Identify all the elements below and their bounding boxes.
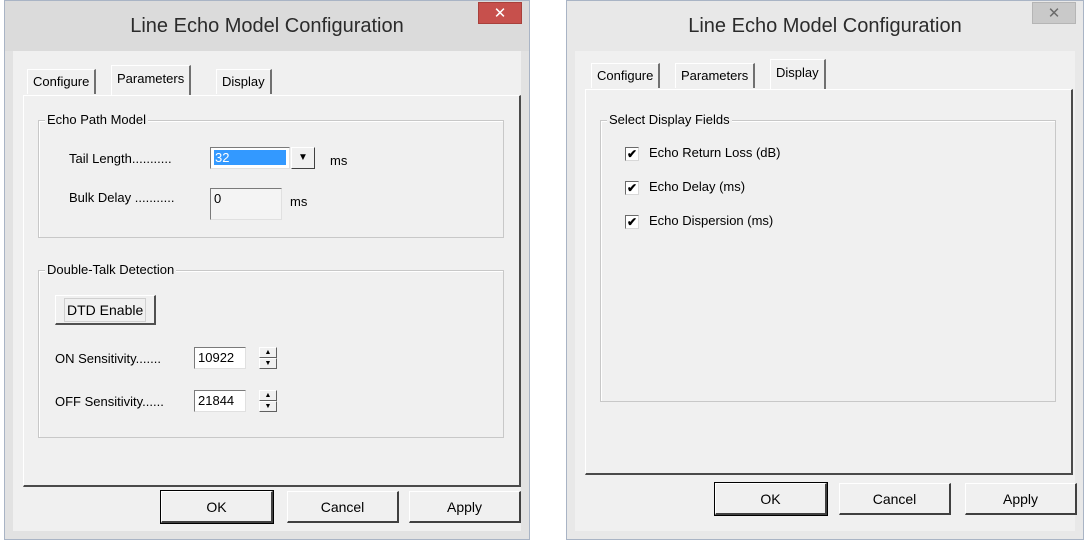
spin-up-icon[interactable]: ▲ xyxy=(259,347,277,358)
off-sensitivity-spinner[interactable]: ▲ ▼ xyxy=(259,390,277,412)
tab-configure[interactable]: Configure xyxy=(27,69,97,94)
bulk-delay-label: Bulk Delay ........... xyxy=(69,190,175,205)
echo-return-loss-label[interactable]: Echo Return Loss (dB) xyxy=(649,145,781,160)
double-talk-detection-group: Double-Talk Detection DTD Enable ON Sens… xyxy=(38,262,504,438)
off-sensitivity-label: OFF Sensitivity...... xyxy=(55,394,164,409)
echo-dispersion-label[interactable]: Echo Dispersion (ms) xyxy=(649,213,773,228)
off-sensitivity-value: 21844 xyxy=(198,393,235,408)
tab-parameters[interactable]: Parameters xyxy=(675,63,756,88)
ok-button[interactable]: OK xyxy=(160,490,274,524)
tab-configure[interactable]: Configure xyxy=(591,63,661,88)
off-sensitivity-field[interactable]: 21844 xyxy=(194,390,246,412)
select-display-fields-title: Select Display Fields xyxy=(607,112,732,127)
dialog-parameters: Line Echo Model Configuration ✕ Echo Pat… xyxy=(4,0,530,540)
window-title: Line Echo Model Configuration xyxy=(688,15,962,37)
ok-button[interactable]: OK xyxy=(714,482,828,516)
spin-up-icon[interactable]: ▲ xyxy=(259,390,277,401)
dialog-client: Select Display Fields ✔ Echo Return Loss… xyxy=(575,51,1077,531)
echo-path-model-title: Echo Path Model xyxy=(45,112,149,127)
dropdown-arrow-icon[interactable]: ▼ xyxy=(291,147,315,169)
apply-button[interactable]: Apply xyxy=(965,483,1077,515)
tab-panel-parameters: Echo Path Model Tail Length........... 3… xyxy=(23,95,521,487)
tail-length-label: Tail Length........... xyxy=(69,151,172,166)
window-title: Line Echo Model Configuration xyxy=(130,15,404,37)
on-sensitivity-value: 10922 xyxy=(198,350,235,365)
cancel-button[interactable]: Cancel xyxy=(839,483,951,515)
double-talk-detection-title: Double-Talk Detection xyxy=(45,262,177,277)
tab-panel-display: Select Display Fields ✔ Echo Return Loss… xyxy=(585,89,1073,475)
bulk-delay-value: 0 xyxy=(214,191,222,206)
tab-parameters[interactable]: Parameters xyxy=(111,65,192,95)
echo-path-model-group: Echo Path Model Tail Length........... 3… xyxy=(38,112,504,238)
dtd-enable-button[interactable]: DTD Enable xyxy=(55,295,157,325)
close-button[interactable]: ✕ xyxy=(478,2,522,24)
tab-display[interactable]: Display xyxy=(770,59,826,89)
echo-delay-label[interactable]: Echo Delay (ms) xyxy=(649,179,745,194)
cancel-button[interactable]: Cancel xyxy=(287,491,399,523)
close-button[interactable]: ✕ xyxy=(1032,2,1076,24)
tail-length-value: 32 xyxy=(214,150,286,165)
on-sensitivity-label: ON Sensitivity....... xyxy=(55,351,161,366)
check-icon[interactable]: ✔ xyxy=(625,147,639,161)
dialog-client: Echo Path Model Tail Length........... 3… xyxy=(13,51,521,531)
apply-button[interactable]: Apply xyxy=(409,491,521,523)
dialog-display: Line Echo Model Configuration ✕ Select D… xyxy=(566,0,1084,540)
title-bar[interactable]: Line Echo Model Configuration ✕ xyxy=(5,1,529,51)
bulk-delay-unit: ms xyxy=(290,194,308,209)
select-display-fields-group: Select Display Fields ✔ Echo Return Loss… xyxy=(600,112,1056,402)
on-sensitivity-field[interactable]: 10922 xyxy=(194,347,246,369)
check-icon[interactable]: ✔ xyxy=(625,181,639,195)
tail-length-unit: ms xyxy=(330,153,348,168)
bulk-delay-field[interactable]: 0 xyxy=(210,188,282,220)
title-bar[interactable]: Line Echo Model Configuration ✕ xyxy=(567,1,1083,51)
spin-down-icon[interactable]: ▼ xyxy=(259,401,277,412)
on-sensitivity-spinner[interactable]: ▲ ▼ xyxy=(259,347,277,369)
tab-display[interactable]: Display xyxy=(216,69,272,94)
dtd-enable-label: DTD Enable xyxy=(64,298,147,322)
check-icon[interactable]: ✔ xyxy=(625,215,639,229)
tail-length-combo[interactable]: 32 xyxy=(210,147,290,169)
spin-down-icon[interactable]: ▼ xyxy=(259,358,277,369)
